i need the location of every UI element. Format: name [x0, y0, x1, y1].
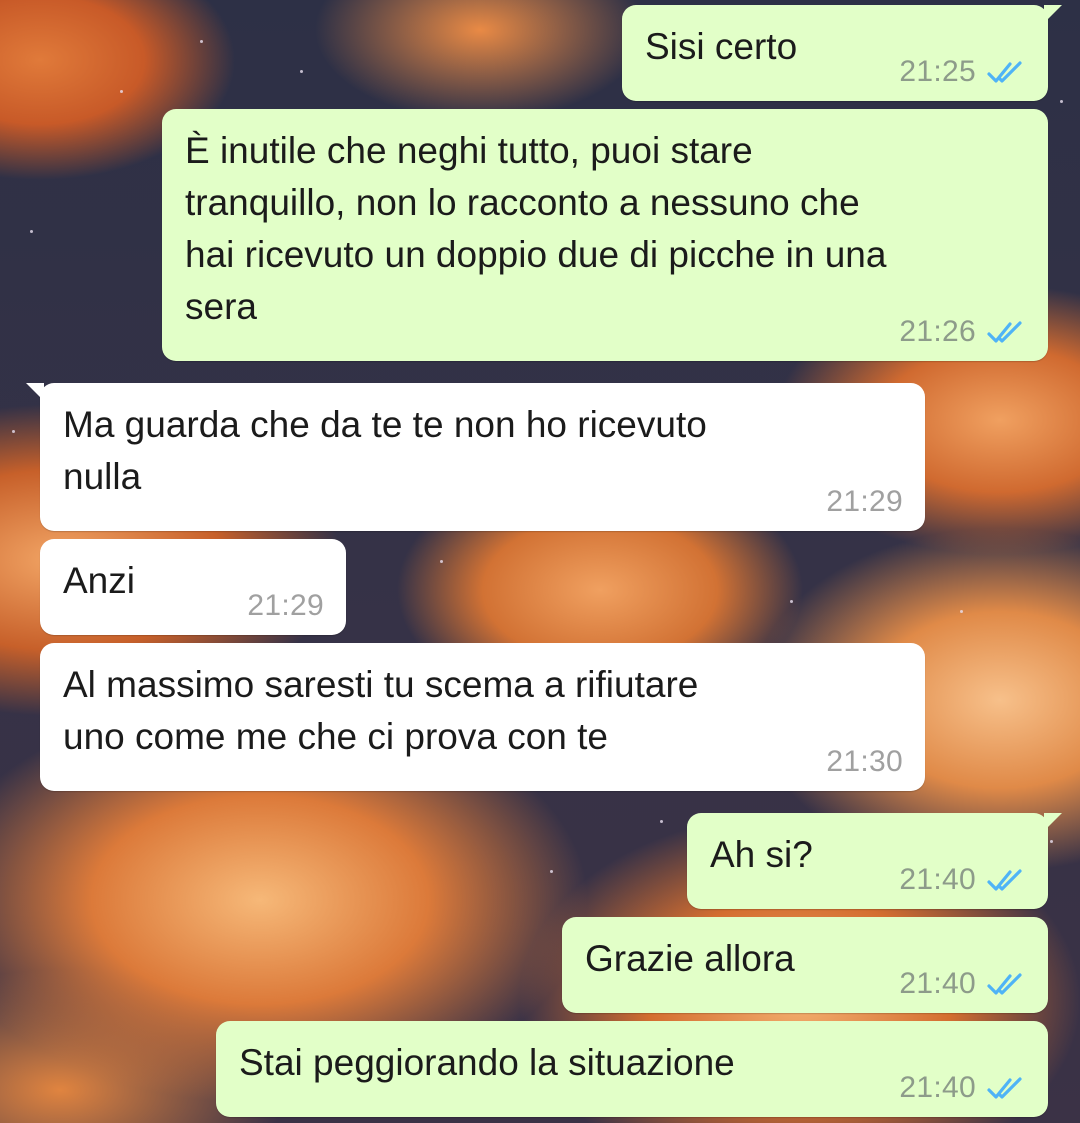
outgoing-message[interactable]: È inutile che neghi tutto, puoi stare tr…	[162, 109, 1048, 361]
message-time: 21:29	[247, 589, 324, 622]
incoming-message[interactable]: Al massimo saresti tu scema a rifiutare …	[40, 643, 925, 791]
double-check-read-icon	[987, 973, 1022, 995]
message-meta: 21:29	[826, 485, 903, 519]
double-check-read-icon	[987, 61, 1022, 83]
message-text: Grazie allora	[585, 938, 795, 979]
double-check-read-icon	[987, 321, 1022, 343]
message-time: 21:25	[899, 55, 976, 88]
double-check-read-icon	[987, 1077, 1022, 1099]
message-text: È inutile che neghi tutto, puoi stare tr…	[185, 130, 887, 327]
incoming-message[interactable]: Anzi 21:29	[40, 539, 346, 635]
message-time: 21:40	[899, 967, 976, 1000]
message-meta: 21:30	[826, 745, 903, 779]
message-meta: 21:25	[899, 55, 1026, 89]
message-text: Sisi certo	[645, 26, 798, 67]
message-text: Ma guarda che da te te non ho ricevuto n…	[63, 404, 707, 497]
incoming-message[interactable]: Ma guarda che da te te non ho ricevuto n…	[26, 383, 925, 531]
message-meta: 21:40	[899, 967, 1026, 1001]
message-time: 21:30	[826, 745, 903, 778]
message-text: Ah si?	[710, 834, 813, 875]
message-meta: 21:40	[899, 1071, 1026, 1105]
message-text: Stai peggiorando la situazione	[239, 1042, 735, 1083]
message-time: 21:40	[899, 1071, 976, 1104]
message-list: Sisi certo 21:25 È inutile che neghi tut…	[0, 0, 1080, 1123]
message-meta: 21:29	[247, 589, 324, 623]
message-meta: 21:26	[899, 315, 1026, 349]
outgoing-message[interactable]: Stai peggiorando la situazione 21:40	[216, 1021, 1048, 1117]
message-time: 21:29	[826, 485, 903, 518]
message-text: Anzi	[63, 560, 135, 601]
message-time: 21:26	[899, 315, 976, 348]
outgoing-message[interactable]: Ah si? 21:40	[687, 813, 1062, 909]
outgoing-message[interactable]: Grazie allora 21:40	[562, 917, 1048, 1013]
message-time: 21:40	[899, 863, 976, 896]
outgoing-message[interactable]: Sisi certo 21:25	[622, 5, 1062, 101]
message-text: Al massimo saresti tu scema a rifiutare …	[63, 664, 699, 757]
double-check-read-icon	[987, 869, 1022, 891]
message-meta: 21:40	[899, 863, 1026, 897]
